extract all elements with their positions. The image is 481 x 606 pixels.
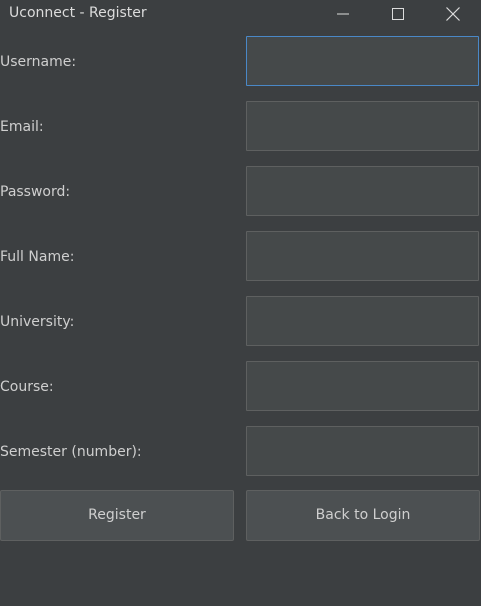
window-title: Uconnect - Register	[9, 5, 147, 21]
password-row: Password:	[0, 166, 481, 218]
full-name-row: Full Name:	[0, 231, 481, 283]
course-input[interactable]	[246, 361, 479, 411]
username-row: Username:	[0, 36, 481, 88]
title-bar[interactable]: Uconnect - Register	[0, 0, 481, 30]
email-label: Email:	[0, 119, 44, 135]
email-row: Email:	[0, 101, 481, 153]
register-button[interactable]: Register	[0, 490, 234, 541]
full-name-input[interactable]	[246, 231, 479, 281]
username-input[interactable]	[246, 36, 479, 86]
minimize-button[interactable]	[318, 0, 368, 28]
university-row: University:	[0, 296, 481, 348]
semester-row: Semester (number):	[0, 426, 481, 478]
maximize-icon	[392, 8, 404, 20]
semester-input[interactable]	[246, 426, 479, 476]
course-label: Course:	[0, 379, 54, 395]
maximize-button[interactable]	[373, 0, 423, 28]
university-input[interactable]	[246, 296, 479, 346]
email-input[interactable]	[246, 101, 479, 151]
university-label: University:	[0, 314, 75, 330]
register-window: Uconnect - Register Username: Email: Pas…	[0, 0, 481, 606]
minimize-icon	[337, 13, 349, 15]
full-name-label: Full Name:	[0, 249, 75, 265]
back-to-login-button[interactable]: Back to Login	[246, 490, 480, 541]
close-button[interactable]	[428, 0, 478, 28]
username-label: Username:	[0, 54, 77, 70]
semester-label: Semester (number):	[0, 444, 142, 460]
course-row: Course:	[0, 361, 481, 413]
close-icon	[446, 7, 460, 21]
password-input[interactable]	[246, 166, 479, 216]
password-label: Password:	[0, 184, 71, 200]
